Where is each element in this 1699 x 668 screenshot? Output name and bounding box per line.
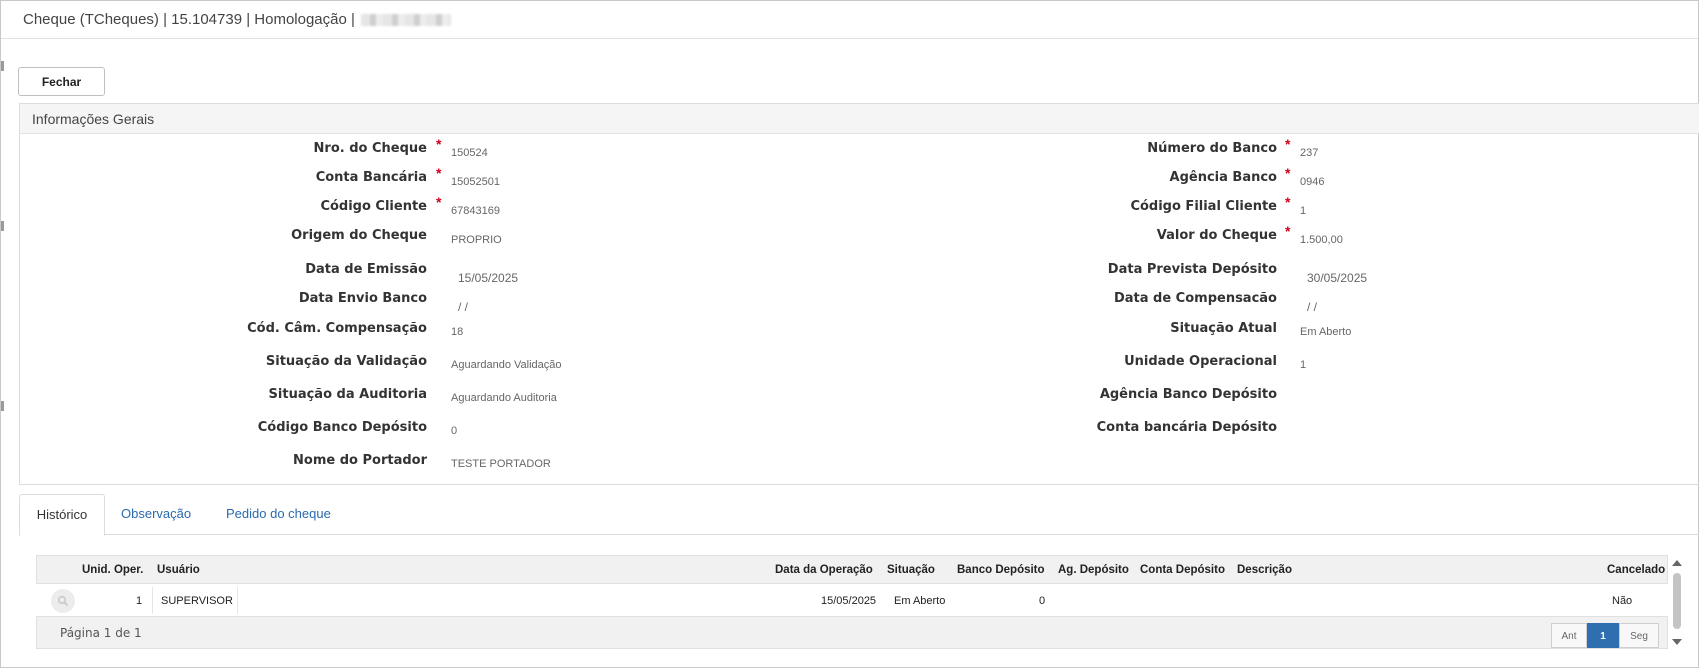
tab-historico[interactable]: Histórico — [19, 494, 105, 536]
close-button[interactable]: Fechar — [18, 67, 105, 96]
label-data-prevista-deposito: Data Prevista Depósito — [1107, 262, 1277, 277]
label-situacao-auditoria: Situação da Auditoria — [268, 387, 427, 402]
edge-marker — [1, 221, 4, 231]
grid-pagination-bar: Página 1 de 1 Ant 1 Seg — [36, 616, 1668, 649]
cell-situacao: Em Aberto — [894, 595, 946, 607]
value-situacao-validacao: Aguardando Validação — [451, 359, 562, 371]
value-situacao-atual: Em Aberto — [1300, 326, 1352, 338]
title-bar: Cheque (TCheques) | 15.104739 | Homologa… — [1, 1, 1698, 39]
prev-page-button[interactable]: Ant — [1551, 623, 1587, 648]
table-row[interactable]: 1 SUPERVISOR 15/05/2025 Em Aberto 0 Não — [36, 586, 1668, 616]
required-mark: * — [1285, 194, 1291, 210]
label-codigo-cliente: Código Cliente — [320, 199, 427, 214]
window-title: Cheque (TCheques) | 15.104739 | Homologa… — [23, 11, 451, 28]
label-unidade-operacional: Unidade Operacional — [1124, 354, 1277, 369]
general-info-header: Informações Gerais — [20, 104, 1699, 134]
label-origem-cheque: Origem do Cheque — [291, 228, 427, 243]
value-codigo-cliente: 67843169 — [451, 205, 500, 217]
value-origem-cheque: PROPRIO — [451, 234, 502, 246]
label-data-emissao: Data de Emissão — [305, 262, 427, 277]
col-ag-deposito[interactable]: Ag. Depósito — [1058, 564, 1129, 576]
required-mark: * — [436, 165, 442, 181]
label-nro-cheque: Nro. do Cheque — [313, 141, 427, 156]
detail-tabs: Histórico Observação Pedido do cheque — [19, 494, 1699, 536]
value-codigo-banco-deposito: 0 — [451, 425, 458, 437]
required-mark: * — [436, 136, 442, 152]
magnifier-icon — [57, 595, 69, 607]
scroll-thumb[interactable] — [1673, 573, 1681, 629]
label-situacao-atual: Situação Atual — [1170, 321, 1277, 336]
label-conta-bancaria-deposito: Conta bancária Depósito — [1096, 420, 1277, 435]
value-data-prevista-deposito: 30/05/2025 — [1307, 271, 1368, 285]
label-agencia-banco: Agência Banco — [1169, 170, 1277, 185]
label-conta-bancaria: Conta Bancária — [315, 170, 427, 185]
value-conta-bancaria: 15052501 — [451, 176, 500, 188]
value-valor-cheque: 1.500,00 — [1300, 234, 1343, 246]
scroll-down-icon[interactable] — [1672, 639, 1682, 645]
value-data-envio-banco: / / — [458, 300, 469, 314]
edge-marker — [1, 401, 4, 411]
col-situacao[interactable]: Situação — [887, 564, 935, 576]
label-codigo-banco-deposito: Código Banco Depósito — [257, 420, 427, 435]
general-info-title: Informações Gerais — [32, 111, 155, 127]
col-data-operacao[interactable]: Data da Operação — [775, 564, 873, 576]
col-unid-oper[interactable]: Unid. Oper. — [82, 564, 143, 576]
tab-observacao[interactable]: Observação — [121, 494, 191, 534]
label-data-envio-banco: Data Envio Banco — [298, 291, 427, 306]
value-cod-cam-compensacao: 18 — [451, 326, 464, 338]
cell-cancelado: Não — [1612, 595, 1633, 607]
col-banco-deposito[interactable]: Banco Depósito — [957, 564, 1045, 576]
col-conta-deposito[interactable]: Conta Depósito — [1140, 564, 1225, 576]
value-data-compensacao: / / — [1307, 300, 1318, 314]
scroll-up-icon[interactable] — [1672, 560, 1682, 566]
cell-banco-deposito: 0 — [1039, 595, 1046, 607]
label-codigo-filial-cliente: Código Filial Cliente — [1130, 199, 1277, 214]
grid-header: Unid. Oper. Usuário Data da Operação Sit… — [36, 555, 1668, 584]
required-mark: * — [1285, 165, 1291, 181]
history-grid: Unid. Oper. Usuário Data da Operação Sit… — [36, 555, 1668, 650]
col-descricao[interactable]: Descrição — [1237, 564, 1292, 576]
row-view-button[interactable] — [51, 589, 75, 613]
label-numero-banco: Número do Banco — [1147, 141, 1277, 156]
label-cod-cam-compensacao: Cód. Câm. Compensação — [247, 321, 427, 336]
label-nome-portador: Nome do Portador — [293, 453, 427, 468]
label-valor-cheque: Valor do Cheque — [1156, 228, 1277, 243]
col-cancelado[interactable]: Cancelado — [1607, 564, 1665, 576]
column-divider — [152, 587, 153, 614]
column-divider — [237, 587, 238, 614]
value-unidade-operacional: 1 — [1300, 359, 1307, 371]
label-agencia-banco-deposito: Agência Banco Depósito — [1099, 387, 1277, 402]
edge-marker — [1, 61, 4, 71]
cell-data-operacao: 15/05/2025 — [821, 595, 877, 607]
required-mark: * — [1285, 136, 1291, 152]
value-nome-portador: TESTE PORTADOR — [451, 458, 551, 470]
cell-unid-oper: 1 — [136, 595, 143, 607]
current-page-button[interactable]: 1 — [1587, 623, 1619, 648]
value-data-emissao: 15/05/2025 — [458, 271, 519, 285]
tab-pedido-cheque[interactable]: Pedido do cheque — [226, 494, 331, 534]
col-usuario[interactable]: Usuário — [157, 564, 200, 576]
value-codigo-filial-cliente: 1 — [1300, 205, 1307, 217]
label-situacao-validacao: Situação da Validação — [265, 354, 427, 369]
required-mark: * — [1285, 223, 1291, 239]
value-situacao-auditoria: Aguardando Auditoria — [451, 392, 557, 404]
page-info: Página 1 de 1 — [60, 626, 142, 640]
value-numero-banco: 237 — [1300, 147, 1319, 159]
window-frame: Cheque (TCheques) | 15.104739 | Homologa… — [0, 0, 1699, 668]
redacted-environment — [360, 14, 451, 27]
cell-usuario: SUPERVISOR — [161, 595, 233, 607]
value-agencia-banco: 0946 — [1300, 176, 1325, 188]
required-mark: * — [436, 194, 442, 210]
grid-scrollbar[interactable] — [1670, 555, 1684, 655]
label-data-compensacao: Data de Compensacão — [1113, 291, 1277, 306]
next-page-button[interactable]: Seg — [1619, 623, 1659, 648]
value-nro-cheque: 150524 — [451, 147, 488, 159]
